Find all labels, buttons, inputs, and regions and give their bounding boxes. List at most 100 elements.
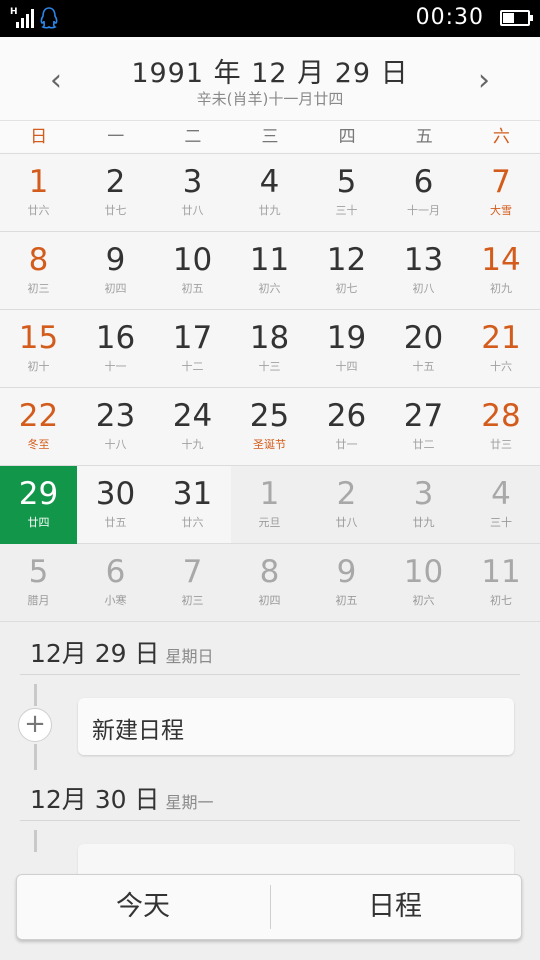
today-button[interactable]: 今天 xyxy=(17,875,269,939)
calendar-day-cell[interactable]: 22 冬至 xyxy=(0,388,77,466)
calendar-day-cell[interactable]: 5 腊月 xyxy=(0,544,77,622)
calendar-day-cell[interactable]: 4 廿九 xyxy=(231,154,308,232)
day-number: 11 xyxy=(249,242,290,278)
calendar-day-cell[interactable]: 25 圣诞节 xyxy=(231,388,308,466)
new-event-label: 新建日程 xyxy=(92,718,184,744)
day-number: 26 xyxy=(326,398,367,434)
weekday-label: 三 xyxy=(261,127,279,147)
calendar-day-cell[interactable]: 26 廿一 xyxy=(308,388,385,466)
calendar-day-cell[interactable]: 29 廿四 xyxy=(0,466,77,544)
schedule-button[interactable]: 日程 xyxy=(269,875,521,939)
calendar-day-cell[interactable]: 2 廿七 xyxy=(77,154,154,232)
calendar-day-cell[interactable]: 6 十一月 xyxy=(385,154,462,232)
calendar-day-cell[interactable]: 2 廿八 xyxy=(308,466,385,544)
day-number: 31 xyxy=(172,476,213,512)
lunar-date-label: 十六 xyxy=(490,360,512,373)
day-number: 10 xyxy=(403,554,444,590)
lunar-date-label: 初六 xyxy=(412,594,435,607)
lunar-date-label: 初五 xyxy=(181,282,204,295)
agenda-weekday: 星期一 xyxy=(165,793,214,812)
calendar-day-cell[interactable]: 14 初九 xyxy=(462,232,540,310)
calendar-day-cell[interactable]: 3 廿九 xyxy=(385,466,462,544)
day-number: 8 xyxy=(259,554,280,590)
day-number: 30 xyxy=(95,476,136,512)
weekday-label: 二 xyxy=(184,127,202,147)
calendar-day-cell[interactable]: 10 初五 xyxy=(154,232,231,310)
calendar-day-cell[interactable]: 17 十二 xyxy=(154,310,231,388)
new-event-card[interactable]: 新建日程 xyxy=(78,698,514,755)
agenda-weekday: 星期日 xyxy=(165,647,214,666)
lunar-date-label: 初七 xyxy=(490,594,512,607)
battery-icon xyxy=(500,10,533,26)
lunar-date-label: 大雪 xyxy=(490,204,512,217)
agenda-day-header: 12月 30 日星期一 xyxy=(30,780,214,816)
calendar-day-cell[interactable]: 21 十六 xyxy=(462,310,540,388)
calendar-day-cell[interactable]: 4 三十 xyxy=(462,466,540,544)
calendar-day-cell[interactable]: 7 初三 xyxy=(154,544,231,622)
day-number: 2 xyxy=(105,164,126,200)
day-number: 5 xyxy=(336,164,357,200)
calendar-day-cell[interactable]: 1 廿六 xyxy=(0,154,77,232)
day-number: 16 xyxy=(95,320,136,356)
calendar-day-cell[interactable]: 31 廿六 xyxy=(154,466,231,544)
lunar-date-label: 廿八 xyxy=(335,516,358,529)
calendar-day-cell[interactable]: 27 廿二 xyxy=(385,388,462,466)
divider xyxy=(20,820,520,821)
calendar-grid: 1 廿六 2 廿七 3 廿八 4 廿九 5 三十 6 十一月 7 大雪 8 初三 9 初四 10 初五 11 初六 12 初七… xyxy=(0,154,540,622)
lunar-date-label: 廿七 xyxy=(104,204,127,217)
calendar-day-cell[interactable]: 20 十五 xyxy=(385,310,462,388)
calendar-day-cell[interactable]: 11 初六 xyxy=(231,232,308,310)
calendar-day-cell[interactable]: 12 初七 xyxy=(308,232,385,310)
lunar-date-label: 廿五 xyxy=(104,516,127,529)
calendar-day-cell[interactable]: 9 初五 xyxy=(308,544,385,622)
lunar-date-label: 廿九 xyxy=(412,516,435,529)
calendar-day-cell[interactable]: 1 元旦 xyxy=(231,466,308,544)
day-number: 14 xyxy=(481,242,521,278)
add-event-button[interactable]: + xyxy=(18,708,52,742)
calendar-day-cell[interactable]: 16 十一 xyxy=(77,310,154,388)
calendar-day-cell[interactable]: 15 初十 xyxy=(0,310,77,388)
calendar-day-cell[interactable]: 13 初八 xyxy=(385,232,462,310)
day-number: 3 xyxy=(182,164,203,200)
lunar-date-label: 廿一 xyxy=(335,438,358,451)
calendar-day-cell[interactable]: 19 十四 xyxy=(308,310,385,388)
calendar-day-cell[interactable]: 10 初六 xyxy=(385,544,462,622)
day-number: 28 xyxy=(481,398,521,434)
day-number: 1 xyxy=(28,164,49,200)
lunar-date-label: 小寒 xyxy=(104,594,127,607)
calendar-day-cell[interactable]: 28 廿三 xyxy=(462,388,540,466)
weekday-label: 五 xyxy=(415,127,433,147)
qq-penguin-icon xyxy=(40,7,58,29)
calendar-day-cell[interactable]: 5 三十 xyxy=(308,154,385,232)
agenda-day-header: 12月 29 日星期日 xyxy=(30,634,214,670)
calendar-day-cell[interactable]: 3 廿八 xyxy=(154,154,231,232)
lunar-date-label: 十九 xyxy=(181,438,204,451)
calendar-day-cell[interactable]: 8 初三 xyxy=(0,232,77,310)
calendar-day-cell[interactable]: 7 大雪 xyxy=(462,154,540,232)
lunar-date-label: 初四 xyxy=(258,594,281,607)
calendar-day-cell[interactable]: 6 小寒 xyxy=(77,544,154,622)
calendar-day-cell[interactable]: 30 廿五 xyxy=(77,466,154,544)
lunar-date-label: 腊月 xyxy=(27,594,50,607)
day-number: 22 xyxy=(18,398,59,434)
calendar-day-cell[interactable]: 23 十八 xyxy=(77,388,154,466)
day-number: 9 xyxy=(336,554,357,590)
day-number: 13 xyxy=(403,242,444,278)
lunar-date-label: 十一 xyxy=(104,360,127,373)
calendar-day-cell[interactable]: 18 十三 xyxy=(231,310,308,388)
calendar-day-cell[interactable]: 24 十九 xyxy=(154,388,231,466)
lunar-date-label: 初五 xyxy=(335,594,358,607)
lunar-date-label: 十二 xyxy=(181,360,204,373)
calendar-day-cell[interactable]: 11 初七 xyxy=(462,544,540,622)
calendar-day-cell[interactable]: 9 初四 xyxy=(77,232,154,310)
calendar-day-cell[interactable]: 8 初四 xyxy=(231,544,308,622)
lunar-date-subtitle: 辛未(肖羊)十一月廿四 xyxy=(196,90,344,108)
next-month-button[interactable]: › xyxy=(464,61,504,101)
plus-icon: + xyxy=(24,709,46,739)
lunar-date-label: 初九 xyxy=(490,282,512,295)
lunar-date-label: 三十 xyxy=(335,204,358,217)
day-number: 11 xyxy=(481,554,521,590)
day-number: 4 xyxy=(259,164,280,200)
lunar-date-label: 初四 xyxy=(104,282,127,295)
day-number: 20 xyxy=(403,320,444,356)
